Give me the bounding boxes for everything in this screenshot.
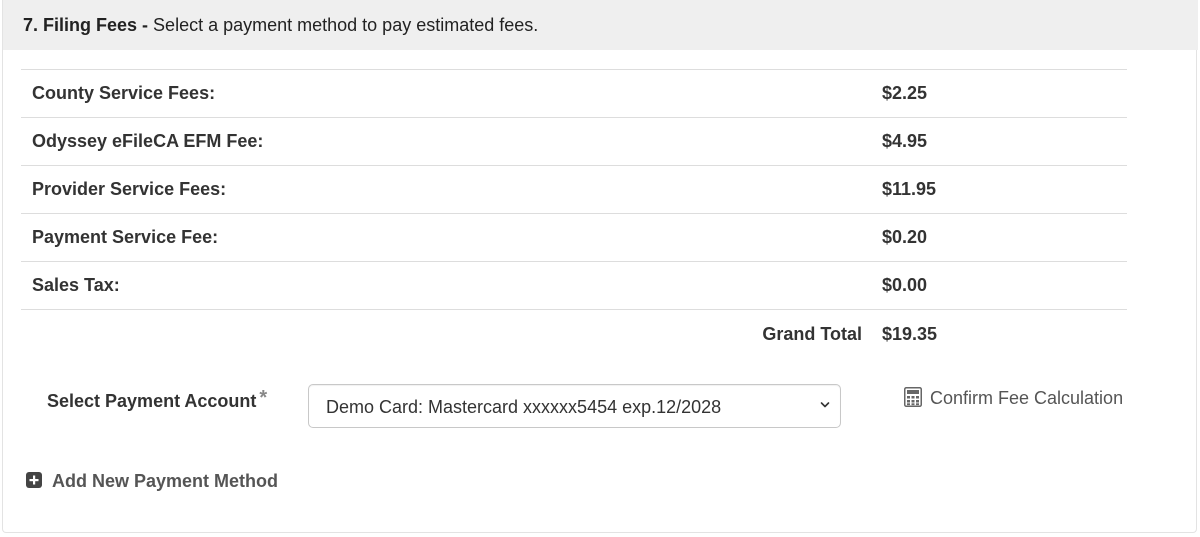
plus-square-icon <box>26 472 42 489</box>
grand-total-amount: $19.35 <box>882 324 938 344</box>
add-payment-method-link[interactable]: Add New Payment Method <box>26 470 278 492</box>
panel-heading: 7. Filing Fees - Select a payment method… <box>3 0 1198 50</box>
fee-table: County Service Fees: $2.25 Odyssey eFile… <box>21 69 1127 310</box>
fee-amount: $0.20 <box>882 227 928 247</box>
fee-row: County Service Fees: $2.25 <box>21 70 1127 118</box>
confirm-fee-calculation-label: Confirm Fee Calculation <box>930 388 1124 408</box>
fee-amount: $4.95 <box>882 131 928 151</box>
fee-row: Payment Service Fee: $0.20 <box>21 214 1127 262</box>
add-payment-method-label: Add New Payment Method <box>52 471 279 491</box>
fee-row: Odyssey eFileCA EFM Fee: $4.95 <box>21 118 1127 166</box>
fee-label: Sales Tax: <box>32 275 120 295</box>
grand-total-label: Grand Total <box>762 324 862 344</box>
payment-account-select[interactable]: Demo Card: Mastercard xxxxxx5454 exp.12/… <box>308 384 841 428</box>
fee-amount: $0.00 <box>882 275 928 295</box>
fee-label: Provider Service Fees: <box>32 179 227 199</box>
fee-label: Odyssey eFileCA EFM Fee: <box>32 131 264 151</box>
payment-account-selected-value: Demo Card: Mastercard xxxxxx5454 exp.12/… <box>326 397 722 417</box>
confirm-fee-calculation-link[interactable]: Confirm Fee Calculation <box>904 386 1123 410</box>
grand-total-row: Grand Total $19.35 <box>21 311 1127 357</box>
fee-amount: $11.95 <box>882 179 937 199</box>
fee-amount: $2.25 <box>882 83 928 103</box>
payment-account-label: Select Payment Account * <box>47 387 268 413</box>
required-marker: * <box>259 387 268 409</box>
payment-account-label-text: Select Payment Account <box>47 391 257 411</box>
fee-label: County Service Fees: <box>32 83 216 103</box>
fee-row: Provider Service Fees: $11.95 <box>21 166 1127 214</box>
section-title: 7. Filing Fees - <box>23 15 149 35</box>
calculator-icon <box>904 387 922 408</box>
section-description: Select a payment method to pay estimated… <box>153 15 539 35</box>
chevron-down-icon <box>820 402 830 408</box>
fee-label: Payment Service Fee: <box>32 227 219 247</box>
fee-row: Sales Tax: $0.00 <box>21 262 1127 310</box>
